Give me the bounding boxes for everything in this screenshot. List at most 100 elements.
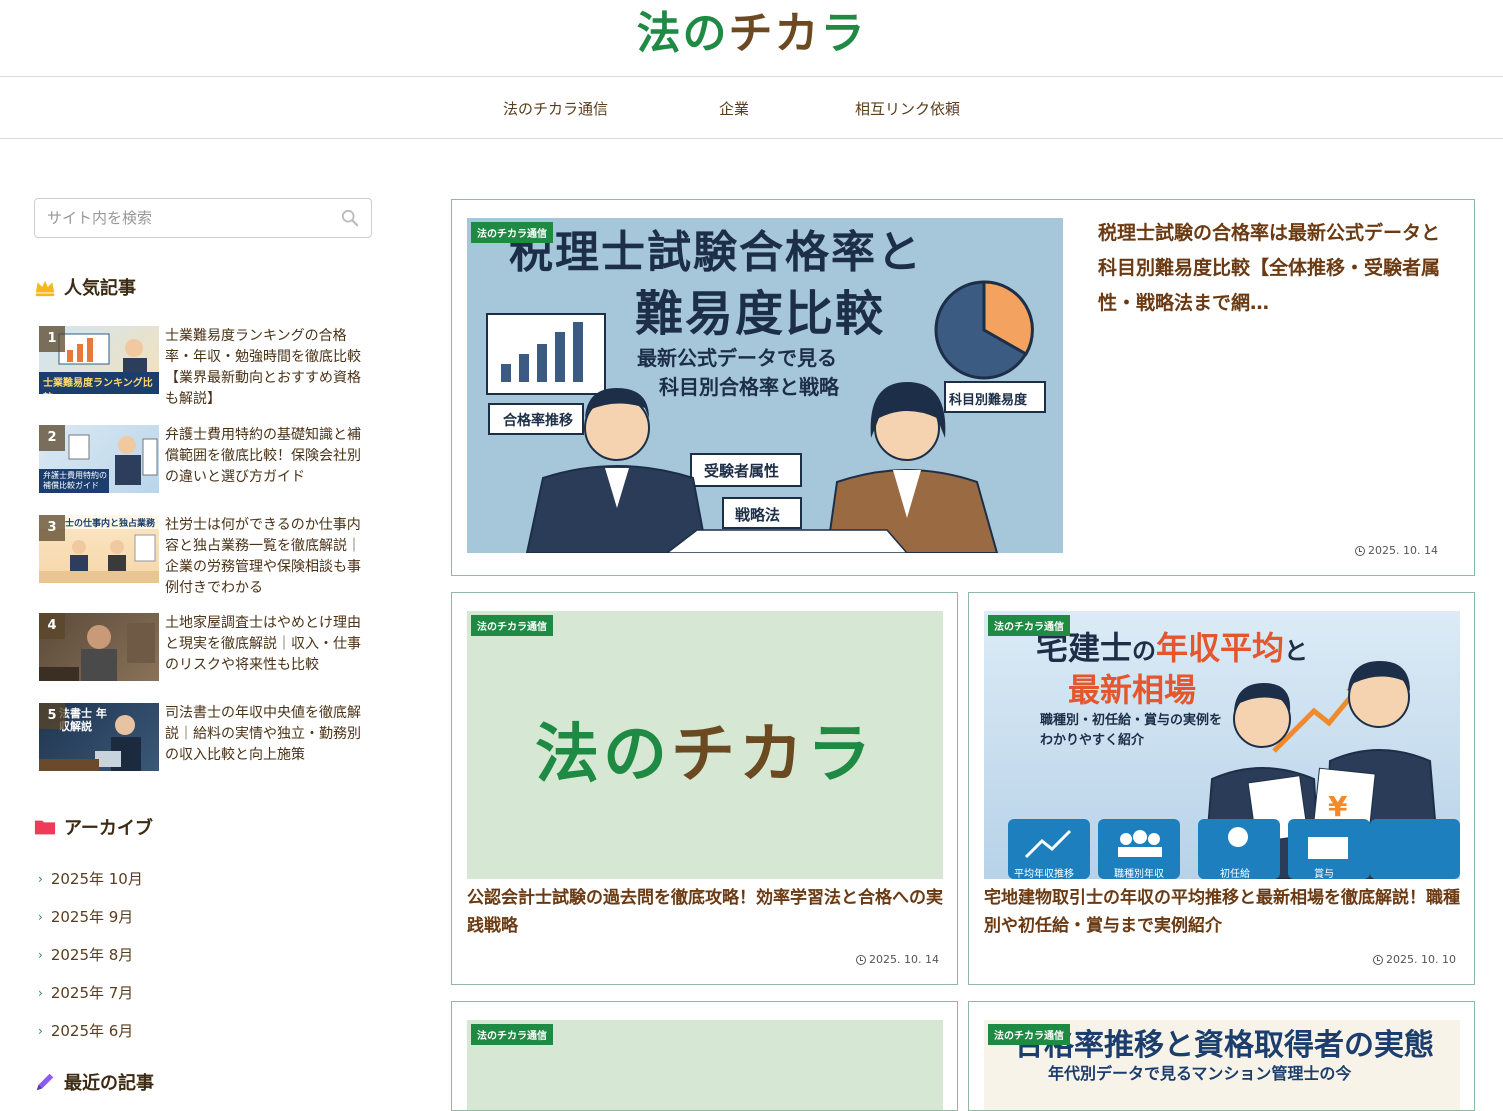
archive-heading: アーカイブ (34, 814, 153, 840)
date-text: 2025. 10. 10 (1386, 953, 1456, 966)
thumb-text: 士の仕事内と独占業務 (65, 519, 156, 529)
thumb-headline-part: と (1284, 637, 1309, 665)
logo-text-part: チカ (671, 718, 807, 792)
archive-label[interactable]: 2025年 10月 (51, 868, 143, 889)
svg-text:¥: ¥ (1328, 790, 1348, 823)
category-badge[interactable]: 法のチカラ通信 (471, 222, 553, 243)
thumb-headline: 難易度比較 (635, 286, 886, 342)
category-badge[interactable]: 法のチカラ通信 (471, 1024, 553, 1045)
article-thumb[interactable]: 法のチカラ通信 (467, 1020, 943, 1110)
article-title[interactable]: 税理士試験の合格率は最新公式データと科目別難易度比較【全体推移・受験者属性・戦略… (1098, 216, 1448, 321)
archive-label[interactable]: 2025年 7月 (51, 982, 134, 1003)
logo-text-part: ラ (807, 718, 875, 792)
thumb-icon-label: 初任給 (1220, 869, 1250, 879)
pencil-icon (36, 1073, 54, 1091)
article-card[interactable]: ¥ 宅建士の年収平均と 最新相場 職種別・初任給・賞与の実例を わかりやすく紹介… (968, 592, 1475, 985)
thumb-label: 受験者属性 (704, 462, 780, 480)
archive-label[interactable]: 2025年 8月 (51, 944, 134, 965)
archive-item[interactable]: › 2025年 9月 (38, 906, 133, 927)
site-logo[interactable]: 法のチカラ (0, 6, 1503, 62)
date-text: 2025. 10. 14 (1368, 544, 1438, 557)
popular-item[interactable]: 弁護士費用特約の補償比較ガイド 2 弁護士費用特約の基礎知識と補償範囲を徹底比較… (39, 425, 372, 493)
search-box (34, 198, 372, 238)
article-title[interactable]: 宅地建物取引士の年収の平均推移と最新相場を徹底解説！職種別や初任給・賞与まで実例… (984, 884, 1460, 940)
sidebar: 人気記事 士業難易度ランキング比較 1 士業難易度ランキングの合格率・年収・勉強… (34, 198, 372, 1094)
crown-icon (35, 280, 55, 297)
thumb-text: 法書士 年収解説 (59, 707, 107, 733)
nav-item-mutual-link[interactable]: 相互リンク依頼 (855, 98, 960, 119)
thumb-label: 科目別難易度 (949, 393, 1028, 408)
clock-icon (1373, 954, 1384, 965)
category-badge[interactable]: 法のチカラ通信 (988, 615, 1070, 636)
site-header: 法のチカラ (0, 0, 1503, 77)
rank-badge: 4 (39, 613, 65, 639)
thumb-headline-part: 年収平均 (1156, 629, 1285, 667)
nav-item-tsushin[interactable]: 法のチカラ通信 (503, 98, 608, 119)
rank-badge: 5 (39, 703, 65, 729)
thumb-label: 戦略法 (735, 506, 781, 524)
chevron-right-icon: › (38, 871, 43, 886)
article-thumb[interactable]: 法のチカラ 法のチカラ通信 (467, 611, 943, 879)
popular-item-title[interactable]: 弁護士費用特約の基礎知識と補償範囲を徹底比較！保険会社別の違いと選び方ガイド (165, 425, 372, 493)
article-thumb[interactable]: 税理士試験合格率と 難易度比較 最新公式データで見る 科目別合格率と戦略 合格率… (467, 218, 1063, 553)
thumb-subhead: 最新公式データで見る (637, 346, 837, 370)
article-date: 2025. 10. 10 (1373, 953, 1456, 966)
archive-item[interactable]: › 2025年 7月 (38, 982, 133, 1003)
archive-title: アーカイブ (64, 818, 153, 839)
chevron-right-icon: › (38, 985, 43, 1000)
rank-badge: 2 (39, 425, 65, 451)
popular-thumb[interactable]: 士の仕事内と独占業務 3 (39, 515, 159, 583)
thumb-icon-label: 平均年収推移 (1014, 869, 1074, 879)
search-icon[interactable] (341, 209, 359, 227)
thumb-subhead: 科目別合格率と戦略 (659, 375, 839, 399)
popular-item-title[interactable]: 士業難易度ランキングの合格率・年収・勉強時間を徹底比較【業界最新動向とおすすめ資… (165, 326, 372, 410)
chevron-right-icon: › (38, 947, 43, 962)
article-card-featured[interactable]: 税理士試験合格率と 難易度比較 最新公式データで見る 科目別合格率と戦略 合格率… (451, 199, 1475, 576)
rank-badge: 1 (39, 326, 65, 352)
date-text: 2025. 10. 14 (869, 953, 939, 966)
popular-title: 人気記事 (64, 278, 136, 299)
archive-item[interactable]: › 2025年 8月 (38, 944, 133, 965)
popular-thumb[interactable]: 法書士 年収解説 5 (39, 703, 159, 771)
search-input[interactable] (47, 200, 337, 236)
thumb-text: 士業難易度ランキング比較 (43, 378, 153, 394)
thumb-icon-label: 賞与 (1314, 869, 1334, 879)
thumb-headline: 税理士試験合格率と (509, 227, 923, 278)
category-badge[interactable]: 法のチカラ通信 (471, 615, 553, 636)
global-nav: 法のチカラ通信 企業 相互リンク依頼 (0, 78, 1503, 139)
thumb-subhead: 年代別データで見るマンション管理士の今 (1048, 1064, 1352, 1083)
nav-item-company[interactable]: 企業 (719, 98, 749, 119)
article-thumb[interactable]: 合格率推移と資格取得者の実態 年代別データで見るマンション管理士の今 法のチカラ… (984, 1020, 1460, 1110)
thumb-subhead: わかりやすく紹介 (1040, 733, 1145, 748)
chevron-right-icon: › (38, 1023, 43, 1038)
article-title[interactable]: 公認会計士試験の過去問を徹底攻略！効率学習法と合格への実践戦略 (467, 884, 943, 940)
archive-label[interactable]: 2025年 6月 (51, 1020, 134, 1041)
popular-thumb[interactable]: 弁護士費用特約の補償比較ガイド 2 (39, 425, 159, 493)
archive-item[interactable]: › 2025年 10月 (38, 868, 143, 889)
article-date: 2025. 10. 14 (856, 953, 939, 966)
folder-icon (34, 820, 56, 835)
popular-item[interactable]: 士の仕事内と独占業務 3 社労士は何ができるのか仕事内容と独占業務一覧を徹底解説… (39, 515, 372, 599)
popular-thumb[interactable]: 4 (39, 613, 159, 681)
popular-item-title[interactable]: 社労士は何ができるのか仕事内容と独占業務一覧を徹底解説｜企業の労務管理や保険相談… (165, 515, 372, 599)
thumb-headline: 宅建士の年収平均と (1036, 623, 1308, 669)
popular-thumb[interactable]: 士業難易度ランキング比較 1 (39, 326, 159, 394)
category-badge[interactable]: 法のチカラ通信 (988, 1024, 1070, 1045)
article-thumb[interactable]: ¥ 宅建士の年収平均と 最新相場 職種別・初任給・賞与の実例を わかりやすく紹介… (984, 611, 1460, 879)
popular-item-title[interactable]: 土地家屋調査士はやめとけ理由と現実を徹底解説｜収入・仕事のリスクや将来性も比較 (165, 613, 372, 681)
thumb-subhead: 職種別・初任給・賞与の実例を (1040, 713, 1223, 728)
popular-item[interactable]: 4 土地家屋調査士はやめとけ理由と現実を徹底解説｜収入・仕事のリスクや将来性も比… (39, 613, 372, 681)
thumb-headline-part: の (1132, 637, 1157, 665)
clock-icon (1355, 545, 1366, 556)
logo-text-part: ラ (820, 8, 867, 59)
logo-text-part: チカ (728, 8, 821, 59)
recent-heading: 最近の記事 (34, 1069, 154, 1095)
popular-item[interactable]: 士業難易度ランキング比較 1 士業難易度ランキングの合格率・年収・勉強時間を徹底… (39, 326, 372, 410)
archive-item[interactable]: › 2025年 6月 (38, 1020, 133, 1041)
popular-item[interactable]: 法書士 年収解説 5 司法書士の年収中央値を徹底解説｜給料の実情や独立・勤務別の… (39, 703, 372, 771)
archive-label[interactable]: 2025年 9月 (51, 906, 134, 927)
popular-item-title[interactable]: 司法書士の年収中央値を徹底解説｜給料の実情や独立・勤務別の収入比較と向上施策 (165, 703, 372, 771)
chevron-right-icon: › (38, 909, 43, 924)
article-card[interactable]: 法のチカラ 法のチカラ通信 公認会計士試験の過去問を徹底攻略！効率学習法と合格へ… (451, 592, 958, 985)
thumb-text: 弁護士費用特約の補償比較ガイド (43, 471, 107, 490)
